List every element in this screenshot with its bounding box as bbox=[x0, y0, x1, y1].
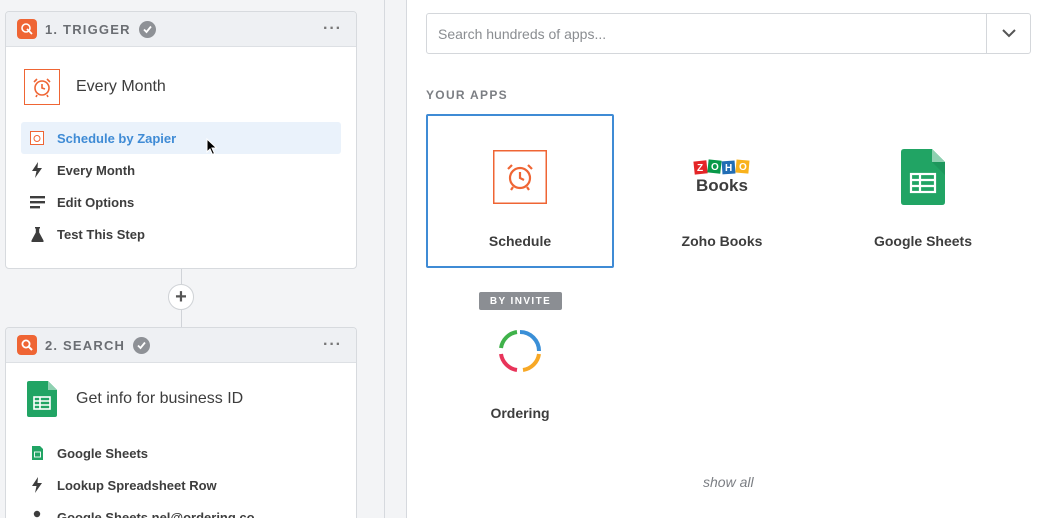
step-app-item[interactable]: Google Sheets bbox=[21, 437, 341, 469]
bolt-icon bbox=[29, 162, 45, 178]
step-account-item[interactable]: Google Sheets nel@ordering.co bbox=[21, 501, 341, 518]
chevron-down-icon bbox=[1001, 29, 1016, 38]
sheets-icon bbox=[895, 149, 951, 205]
lines-icon bbox=[29, 194, 45, 210]
step-item-label: Edit Options bbox=[57, 194, 135, 210]
svg-text:H: H bbox=[725, 163, 732, 174]
mouse-cursor-icon bbox=[206, 138, 218, 156]
trigger-badge-icon bbox=[17, 19, 37, 39]
more-options-icon[interactable]: ··· bbox=[323, 337, 342, 353]
zoho-books-logo: Z O H O Books bbox=[687, 149, 757, 205]
svg-text:Z: Z bbox=[697, 163, 703, 174]
svg-text:O: O bbox=[711, 162, 719, 173]
step-options-item[interactable]: Edit Options bbox=[21, 186, 341, 218]
schedule-icon bbox=[492, 149, 548, 205]
more-options-icon[interactable]: ··· bbox=[323, 21, 342, 37]
app-search-box[interactable] bbox=[426, 13, 1031, 54]
ordering-icon bbox=[492, 323, 548, 379]
step-test-item[interactable]: Test This Step bbox=[21, 218, 341, 250]
check-icon bbox=[133, 336, 151, 354]
step-event-item[interactable]: Lookup Spreadsheet Row bbox=[21, 469, 341, 501]
step-item-label: Every Month bbox=[57, 162, 136, 178]
app-tile-label: Zoho Books bbox=[681, 233, 763, 249]
app-tile-schedule[interactable]: Schedule bbox=[426, 114, 614, 268]
search-badge-icon bbox=[17, 335, 37, 355]
by-invite-badge: BY INVITE bbox=[479, 292, 562, 310]
check-icon bbox=[138, 20, 156, 38]
trigger-step-card[interactable]: 1. TRIGGER ··· Every Month Schedule by Z… bbox=[5, 11, 357, 269]
zap-steps-panel: 1. TRIGGER ··· Every Month Schedule by Z… bbox=[0, 0, 384, 518]
app-tile-zoho-books[interactable]: Z O H O Books Zoho Books bbox=[628, 114, 816, 268]
your-apps-label: YOUR APPS bbox=[426, 88, 508, 102]
flask-icon bbox=[29, 226, 45, 242]
sheets-icon bbox=[24, 381, 60, 417]
schedule-icon bbox=[29, 130, 45, 146]
connector-line bbox=[181, 269, 182, 284]
person-icon bbox=[29, 509, 45, 518]
step-title: 2. SEARCH bbox=[45, 337, 126, 353]
app-picker-panel: YOUR APPS Schedule Z O H O Books Zoho Bo… bbox=[407, 0, 1040, 518]
zoho-books-wordmark: Books bbox=[696, 176, 748, 195]
app-tile-label: Ordering bbox=[490, 405, 550, 421]
app-tile-label: Google Sheets bbox=[873, 233, 973, 249]
sheets-icon bbox=[29, 445, 45, 461]
step-heading: Get info for business ID bbox=[76, 390, 244, 407]
search-dropdown-toggle[interactable] bbox=[986, 14, 1030, 53]
schedule-icon bbox=[24, 69, 60, 105]
search-step-header[interactable]: 2. SEARCH ··· bbox=[6, 328, 356, 363]
panel-divider[interactable] bbox=[384, 0, 407, 518]
step-title: 1. TRIGGER bbox=[45, 21, 131, 37]
step-item-label: Schedule by Zapier bbox=[57, 130, 177, 146]
app-search-input[interactable] bbox=[427, 14, 986, 53]
bolt-icon bbox=[29, 477, 45, 493]
step-item-label: Test This Step bbox=[57, 226, 145, 242]
svg-text:O: O bbox=[739, 162, 747, 173]
step-item-label: Google Sheets nel@ordering.co bbox=[57, 509, 255, 518]
step-heading: Every Month bbox=[76, 78, 166, 95]
connector-line bbox=[181, 310, 182, 327]
search-step-card[interactable]: 2. SEARCH ··· Get info for business ID G… bbox=[5, 327, 357, 518]
zoho-logo-icon: Z O H O bbox=[693, 159, 750, 175]
show-all-link[interactable]: show all bbox=[703, 474, 754, 490]
step-app-item[interactable]: Schedule by Zapier bbox=[21, 122, 341, 154]
app-tile-label: Schedule bbox=[488, 233, 552, 249]
step-summary: Every Month bbox=[6, 47, 356, 127]
step-item-label: Lookup Spreadsheet Row bbox=[57, 477, 217, 493]
step-item-label: Google Sheets bbox=[57, 445, 149, 461]
add-step-button[interactable]: + bbox=[168, 284, 194, 310]
app-tile-google-sheets[interactable]: Google Sheets bbox=[829, 114, 1017, 268]
trigger-step-header[interactable]: 1. TRIGGER ··· bbox=[6, 12, 356, 47]
step-event-item[interactable]: Every Month bbox=[21, 154, 341, 186]
step-summary: Get info for business ID bbox=[6, 363, 356, 435]
